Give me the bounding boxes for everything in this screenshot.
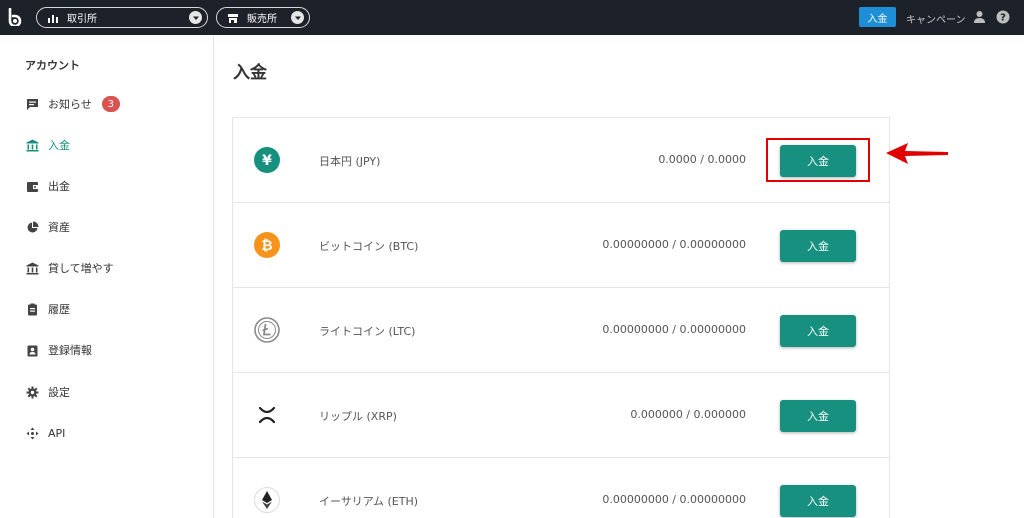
list-item: イーサリアム (ETH) 0.00000000 / 0.00000000 入金 (233, 458, 889, 518)
list-item: ₿ ビットコイン (BTC) 0.00000000 / 0.00000000 入… (233, 203, 889, 288)
currency-name: ライトコイン (LTC) (319, 325, 416, 338)
annotation-arrow-icon (886, 143, 948, 164)
svg-text:¥: ¥ (262, 153, 272, 169)
arrows-icon (26, 427, 39, 439)
sidebar-heading: アカウント (25, 59, 80, 72)
sidebar-item-label: 履歴 (48, 303, 70, 316)
sidebar-item-assets[interactable]: 資産 (0, 215, 214, 239)
wallet-icon (27, 181, 38, 192)
sidebar-item-deposit[interactable]: 入金 (0, 133, 214, 157)
deposit-button[interactable]: 入金 (780, 230, 856, 262)
currency-balance: 0.00000000 / 0.00000000 (602, 493, 746, 506)
sidebar-item-withdraw[interactable]: 出金 (0, 174, 214, 198)
sidebar-item-label: お知らせ (48, 98, 92, 111)
sidebar-item-label: 入金 (48, 139, 70, 152)
deposit-button[interactable]: 入金 (780, 400, 856, 432)
sidebar-item-label: 出金 (48, 180, 70, 193)
sidebar-item-api[interactable]: API (0, 421, 214, 445)
chevron-down-icon (189, 11, 202, 24)
chevron-down-icon (291, 11, 304, 24)
notification-count-badge: 3 (101, 96, 120, 112)
sidebar-item-settings[interactable]: 設定 (0, 380, 214, 404)
currency-name: イーサリアム (ETH) (319, 495, 419, 508)
currency-name: リップル (XRP) (319, 410, 397, 423)
page-title: 入金 (233, 63, 267, 83)
shop-label: 販売所 (247, 14, 277, 25)
ethereum-icon (254, 487, 280, 513)
deposit-button[interactable]: 入金 (780, 485, 856, 517)
sidebar-item-label: 資産 (48, 221, 70, 234)
shop-dropdown[interactable]: 販売所 (216, 7, 310, 28)
currency-balance: 0.00000000 / 0.00000000 (602, 238, 746, 251)
help-icon[interactable]: ? (996, 10, 1010, 24)
deposit-button[interactable]: 入金 (780, 315, 856, 347)
bank-icon (26, 139, 39, 151)
sidebar-item-label: API (48, 426, 66, 440)
currency-balance: 0.000000 / 0.000000 (630, 408, 746, 421)
litecoin-icon (254, 317, 280, 343)
list-item: ライトコイン (LTC) 0.00000000 / 0.00000000 入金 (233, 288, 889, 373)
account-sidebar: アカウント お知らせ 3 入金 出金 資産 貸して増やす 履歴 登録情報 設定 … (0, 35, 214, 518)
sidebar-item-history[interactable]: 履歴 (0, 297, 214, 321)
exchange-label: 取引所 (67, 14, 97, 25)
bitcoin-icon: ₿ (254, 232, 280, 258)
currency-balance: 0.00000000 / 0.00000000 (602, 323, 746, 336)
annotation-highlight-box (766, 138, 870, 182)
currency-name: ビットコイン (BTC) (319, 240, 419, 253)
sidebar-item-notifications[interactable]: お知らせ 3 (0, 92, 214, 116)
pie-chart-icon (27, 221, 39, 232)
currency-balance: 0.0000 / 0.0000 (658, 153, 746, 166)
svg-text:?: ? (1000, 13, 1006, 24)
sidebar-item-label: 登録情報 (48, 344, 92, 357)
ripple-icon (258, 406, 276, 424)
svg-text:₿: ₿ (261, 238, 272, 254)
sidebar-item-label: 設定 (48, 386, 70, 399)
id-card-icon (27, 345, 38, 356)
yen-icon: ¥ (254, 147, 280, 173)
chart-bars-icon (48, 14, 58, 23)
list-item: リップル (XRP) 0.000000 / 0.000000 入金 (233, 373, 889, 458)
user-icon[interactable] (973, 10, 986, 23)
gear-icon (26, 386, 39, 398)
sidebar-item-profile[interactable]: 登録情報 (0, 338, 214, 362)
header-deposit-button[interactable]: 入金 (859, 7, 896, 27)
message-icon (27, 98, 38, 110)
campaign-link[interactable]: キャンペーン (906, 11, 966, 26)
store-icon (228, 13, 238, 23)
bank-icon (26, 262, 39, 274)
sidebar-item-lending[interactable]: 貸して増やす (0, 256, 214, 280)
bitbank-logo-icon[interactable] (7, 8, 25, 26)
top-nav-bar: 取引所 販売所 入金 キャンペーン ? (0, 0, 1024, 35)
clipboard-icon (28, 303, 37, 315)
exchange-dropdown[interactable]: 取引所 (36, 7, 208, 28)
currency-name: 日本円 (JPY) (319, 155, 381, 168)
sidebar-item-label: 貸して増やす (48, 262, 114, 275)
